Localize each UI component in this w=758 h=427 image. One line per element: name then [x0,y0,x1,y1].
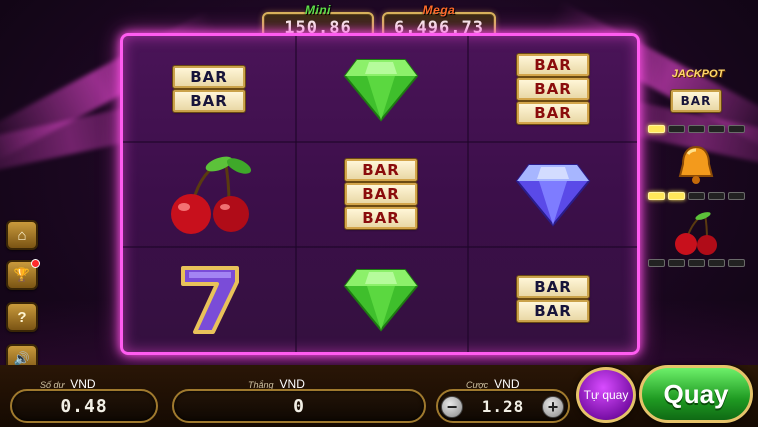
help-button[interactable]: ? [6,302,38,332]
progress-pip [688,125,705,133]
plus-icon: + [547,397,559,417]
reel-cell-bar-double: BAR BAR [467,246,637,351]
bet-increase-button[interactable]: + [542,396,564,418]
bar-tile: BAR [517,77,589,100]
progress-pip [728,192,745,200]
cherries-icon [675,212,717,255]
progress-pip [668,125,685,133]
bar-tile: BAR [671,90,721,112]
jackpot-progress-bar [648,192,745,200]
home-icon: ⌂ [17,226,27,244]
balance-value: 0.48 [60,395,108,417]
bell-icon [678,145,714,184]
bet-value: 1.28 [481,396,525,416]
bar-tile: BAR [345,158,417,181]
bar-tile: BAR [345,182,417,205]
mini-jackpot-label: Mini [305,3,331,17]
bet-decrease-button[interactable]: − [441,396,463,418]
trophy-icon: 🏆 [13,267,31,282]
reel-cell-green-diamond [295,36,467,141]
progress-pip [668,192,685,200]
progress-pip [708,192,725,200]
reel-cell-bar-triple: BAR BAR BAR [295,141,467,246]
progress-pip [688,192,705,200]
progress-pip [648,125,665,133]
seven-icon [181,265,239,334]
jackpot-item-bar: BAR [664,90,728,112]
spin-button[interactable]: Quay [639,365,753,423]
reel-cell-green-diamond [295,246,467,351]
win-display: 0 [172,389,426,423]
reel-cell-cherries [123,141,295,246]
auto-spin-label: Tự quay [583,388,629,402]
jackpot-progress-bar [648,125,745,133]
bar-symbol: BAR BAR BAR [517,53,589,124]
reel-frame: BAR BAR BAR BAR BAR BAR BAR BAR BAR BAR [120,33,640,355]
mega-jackpot-label: Mega [422,3,456,17]
win-value: 0 [293,395,305,417]
spin-label: Quay [663,378,729,409]
bar-tile: BAR [173,89,245,112]
minus-icon: − [446,397,458,417]
jackpot-panel-title: JACKPOT [671,68,725,80]
green-diamond-icon [343,268,419,332]
bar-symbol: BAR BAR [517,275,589,322]
reel-cell-seven [123,246,295,351]
jackpot-item-bell [664,144,728,186]
bar-symbol: BAR BAR BAR [345,158,417,229]
progress-pip [648,259,665,267]
bar-tile: BAR [517,275,589,298]
reel-cell-bar-triple: BAR BAR BAR [467,36,637,141]
progress-pip [708,125,725,133]
reel-cell-blue-diamond [467,141,637,246]
jackpot-item-cherries [664,210,728,256]
progress-pip [648,192,665,200]
cherries-icon [171,156,252,234]
notification-dot [31,259,40,268]
help-icon: ? [17,308,27,326]
auto-spin-button[interactable]: Tự quay [576,367,636,423]
bar-tile: BAR [517,53,589,76]
home-button[interactable]: ⌂ [6,220,38,250]
bar-tile: BAR [345,206,417,229]
jackpot-progress-bar [648,259,745,267]
bar-tile: BAR [517,299,589,322]
reel-cell-bar-double: BAR BAR [123,36,295,141]
blue-diamond-icon [515,163,591,227]
leaderboard-button[interactable]: 🏆 [6,259,40,290]
progress-pip [688,259,705,267]
progress-pip [728,125,745,133]
bar-tile: BAR [517,101,589,124]
bar-tile: BAR [173,65,245,88]
bar-symbol: BAR BAR [173,65,245,112]
progress-pip [668,259,685,267]
balance-display: 0.48 [10,389,158,423]
progress-pip [708,259,725,267]
green-diamond-icon [343,58,419,122]
progress-pip [728,259,745,267]
